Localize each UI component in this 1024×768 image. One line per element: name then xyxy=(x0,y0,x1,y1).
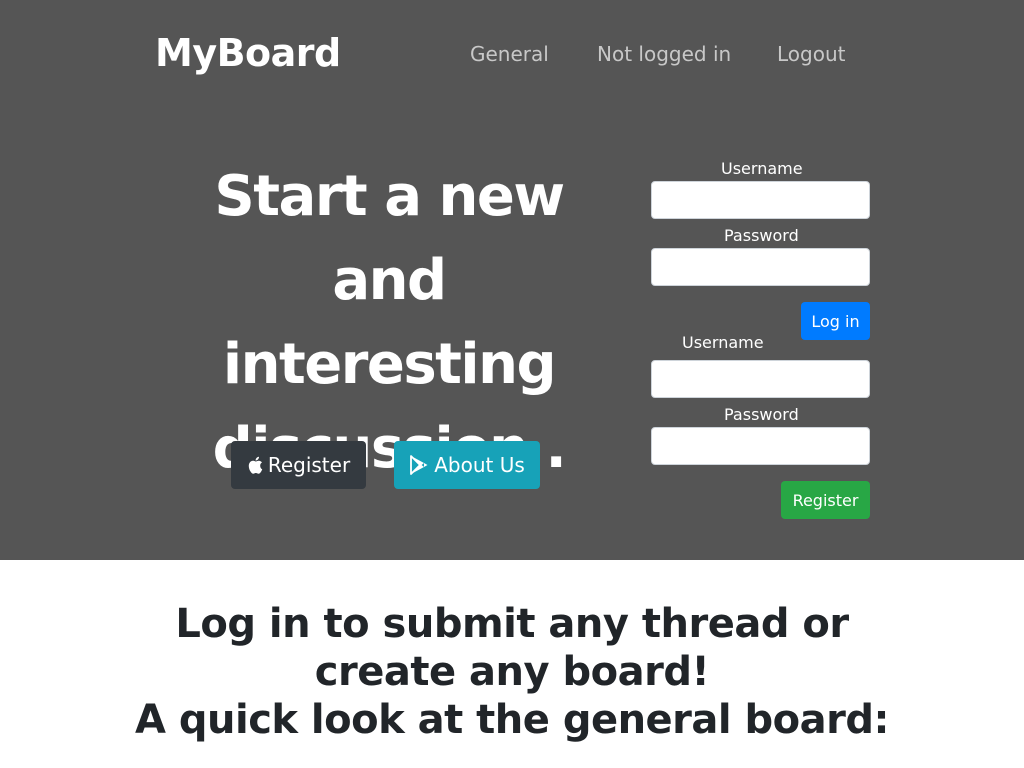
board-preview-section: Log in to submit any thread or create an… xyxy=(0,560,1024,768)
about-us-label: About Us xyxy=(434,453,525,477)
hero-headline: Start a new and interesting discussion . xyxy=(160,155,618,491)
board-preview-heading-line-2: create any board! xyxy=(314,649,710,695)
login-password-label: Password xyxy=(724,226,799,245)
hero-section: MyBoard General Not logged in Logout Sta… xyxy=(0,0,1024,560)
register-password-label: Password xyxy=(724,405,799,424)
hero-register-button[interactable]: Register xyxy=(231,441,366,489)
register-password-input[interactable] xyxy=(651,427,870,465)
board-preview-heading: Log in to submit any thread or create an… xyxy=(0,600,1024,744)
apple-icon xyxy=(247,456,263,474)
nav-link-login-status[interactable]: Not logged in xyxy=(597,42,731,66)
login-username-input[interactable] xyxy=(651,181,870,219)
board-preview-heading-line-1: Log in to submit any thread or xyxy=(175,601,849,647)
login-password-input[interactable] xyxy=(651,248,870,286)
nav-link-general[interactable]: General xyxy=(470,42,549,66)
register-username-input[interactable] xyxy=(651,360,870,398)
nav-link-logout[interactable]: Logout xyxy=(777,42,845,66)
hero-headline-line-1: Start a new and xyxy=(214,164,565,313)
hero-headline-line-2: interesting xyxy=(222,332,557,397)
register-submit-button[interactable]: Register xyxy=(781,481,870,519)
hero-headline-line-3: discussion . xyxy=(212,416,567,481)
register-username-label: Username xyxy=(682,333,764,352)
about-us-button[interactable]: About Us xyxy=(394,441,540,489)
login-button[interactable]: Log in xyxy=(801,302,870,340)
hero-register-label: Register xyxy=(267,453,351,477)
board-preview-heading-line-3: A quick look at the general board: xyxy=(134,697,890,743)
login-username-label: Username xyxy=(721,159,803,178)
play-store-icon xyxy=(409,455,429,475)
brand-logo[interactable]: MyBoard xyxy=(155,31,341,75)
